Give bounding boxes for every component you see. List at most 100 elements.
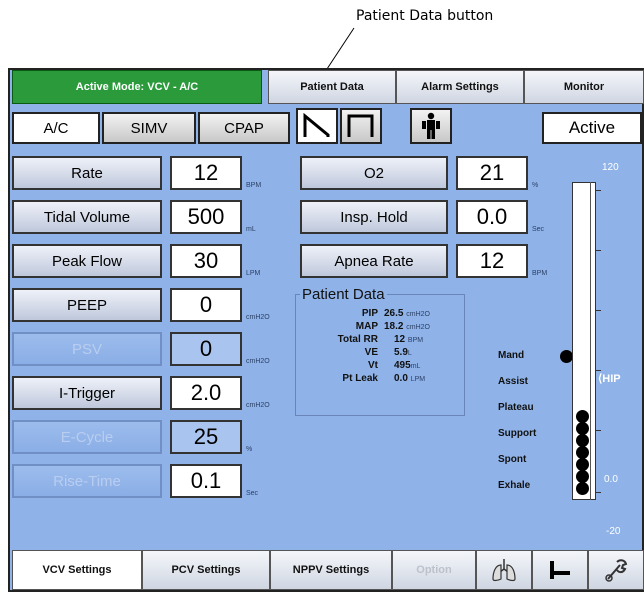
e-cycle-button[interactable]: E-Cycle [12, 420, 162, 454]
o2-value[interactable]: 21 [456, 156, 528, 190]
tidal-volume-button[interactable]: Tidal Volume [12, 200, 162, 234]
total-rr-unit: BPM [407, 337, 424, 344]
tick-mark [596, 250, 601, 251]
tick-mark [596, 310, 601, 311]
apnea-rate-unit: BPM [532, 270, 548, 277]
peak-flow-button[interactable]: Peak Flow [12, 244, 162, 278]
rise-time-button[interactable]: Rise-Time [12, 464, 162, 498]
rate-unit: BPM [246, 182, 262, 189]
psv-value[interactable]: 0 [170, 332, 242, 366]
pip-value: 26.5 [384, 308, 404, 319]
mode-cpap-button[interactable]: CPAP [198, 112, 290, 144]
monitor-button[interactable]: Monitor [524, 70, 644, 104]
i-trigger-unit: cmH2O [246, 402, 270, 409]
insp-hold-unit: Sec [532, 226, 545, 233]
indicator-spont: Spont [498, 454, 527, 465]
decelerating-waveform-icon [303, 113, 330, 137]
mode-ac-button[interactable]: A/C [12, 112, 100, 144]
rate-button[interactable]: Rate [12, 156, 162, 190]
patient-data-button[interactable]: Patient Data [268, 70, 396, 104]
apnea-rate-value[interactable]: 12 [456, 244, 528, 278]
pressure-min-label: -20 [606, 526, 621, 537]
map-value: 18.2 [384, 321, 404, 332]
waveform-button[interactable] [532, 550, 588, 590]
tick-mark [596, 190, 601, 191]
o2-unit: % [532, 182, 539, 189]
pressure-max-label: 120 [602, 162, 619, 173]
pt-leak-unit: LPM [410, 376, 426, 383]
i-trigger-value[interactable]: 2.0 [170, 376, 242, 410]
vt-label: Vt [368, 360, 378, 371]
ve-label: VE [364, 347, 378, 358]
patient-data-title: Patient Data [300, 286, 387, 303]
tidal-volume-unit: mL [246, 226, 256, 233]
insp-hold-value[interactable]: 0.0 [456, 200, 528, 234]
indicator-support: Support [498, 428, 537, 439]
map-unit: cmH2O [406, 324, 430, 331]
total-rr-label: Total RR [337, 334, 378, 345]
e-cycle-unit: % [246, 446, 253, 453]
person-icon [422, 112, 440, 139]
pip-readout: 26.5 cmH2O [384, 308, 430, 319]
lungs-icon [492, 559, 516, 582]
pip-label: PIP [361, 308, 378, 319]
tick-mark [596, 430, 601, 431]
vt-unit: mL [410, 363, 421, 370]
map-readout: 18.2 cmH2O [384, 321, 430, 332]
pressure-dot [576, 482, 589, 495]
rate-value[interactable]: 12 [170, 156, 242, 190]
rise-time-unit: Sec [246, 490, 259, 497]
lungs-button[interactable] [476, 550, 532, 590]
map-label: MAP [355, 321, 378, 332]
patient-type-button[interactable] [410, 108, 452, 144]
wrench-icon [605, 559, 628, 582]
pressure-bar-scale [590, 182, 596, 500]
hip-marker-label: HIP [602, 373, 621, 385]
peep-button[interactable]: PEEP [12, 288, 162, 322]
tab-pcv-settings[interactable]: PCV Settings [142, 550, 270, 590]
tidal-volume-value[interactable]: 500 [170, 200, 242, 234]
apnea-rate-button[interactable]: Apnea Rate [300, 244, 448, 278]
ventilation-status-button[interactable]: Active [542, 112, 642, 144]
psv-unit: cmH2O [246, 358, 270, 365]
tab-option[interactable]: Option [392, 550, 476, 590]
indicator-plateau: Plateau [498, 402, 534, 413]
total-rr-readout: 12 BPM [394, 334, 423, 345]
hip-marker: ⟨HIP [598, 372, 621, 385]
tick-mark [596, 370, 601, 371]
pt-leak-label: Pt Leak [342, 373, 378, 384]
tools-button[interactable] [588, 550, 644, 590]
insp-hold-button[interactable]: Insp. Hold [300, 200, 448, 234]
alarm-settings-button[interactable]: Alarm Settings [396, 70, 524, 104]
tab-vcv-settings[interactable]: VCV Settings [12, 550, 142, 590]
peep-unit: cmH2O [246, 314, 270, 321]
pressure-zero-label: 0.0 [604, 474, 618, 485]
decelerating-waveform-button[interactable] [296, 108, 338, 144]
square-waveform-icon [347, 114, 374, 137]
pt-leak-value: 0.0 [394, 373, 408, 384]
pt-leak-readout: 0.0 LPM [394, 373, 425, 384]
peak-flow-unit: LPM [246, 270, 261, 277]
total-rr-value: 12 [394, 334, 406, 345]
vt-value: 495 [394, 360, 411, 371]
i-trigger-button[interactable]: I-Trigger [12, 376, 162, 410]
e-cycle-value[interactable]: 25 [170, 420, 242, 454]
ve-readout: 5.9L [394, 347, 412, 358]
ve-value: 5.9 [394, 347, 408, 358]
tick-mark [596, 492, 601, 493]
vt-readout: 495mL [394, 360, 420, 371]
peep-value[interactable]: 0 [170, 288, 242, 322]
o2-button[interactable]: O2 [300, 156, 448, 190]
active-mode-indicator: Active Mode: VCV - A/C [12, 70, 262, 104]
waveform-icon [550, 561, 570, 579]
indicator-exhale: Exhale [498, 480, 531, 491]
tab-nppv-settings[interactable]: NPPV Settings [270, 550, 392, 590]
rise-time-value[interactable]: 0.1 [170, 464, 242, 498]
psv-button[interactable]: PSV [12, 332, 162, 366]
indicator-mand: Mand [498, 350, 525, 361]
square-waveform-button[interactable] [340, 108, 382, 144]
mode-simv-button[interactable]: SIMV [102, 112, 196, 144]
peak-flow-value[interactable]: 30 [170, 244, 242, 278]
ve-unit: L [407, 350, 412, 357]
pip-unit: cmH2O [406, 311, 430, 318]
